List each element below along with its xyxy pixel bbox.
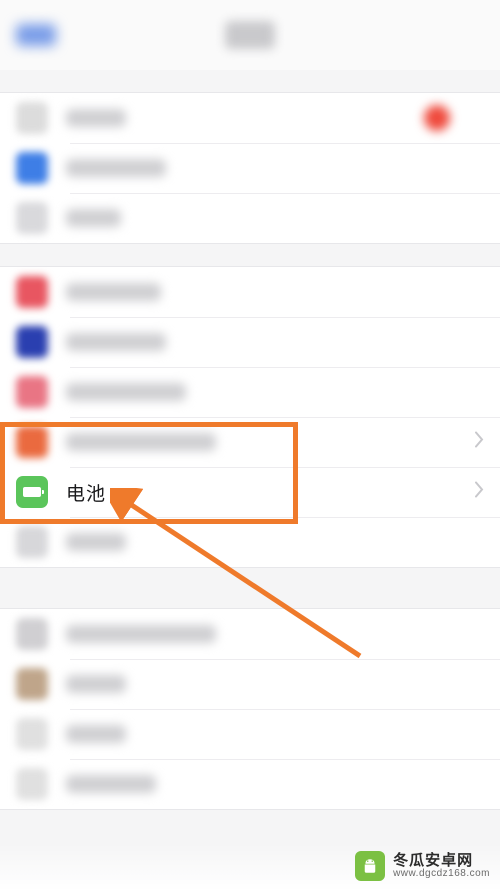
app-icon-blurred	[16, 718, 48, 750]
app-icon-blurred	[16, 152, 48, 184]
app-icon-blurred	[16, 326, 48, 358]
row-label-blurred	[66, 109, 126, 127]
battery-icon	[16, 476, 48, 508]
settings-row-blurred[interactable]	[0, 317, 500, 367]
page-title-blurred	[225, 21, 275, 49]
row-label-blurred	[66, 533, 126, 551]
settings-row-blurred[interactable]	[0, 417, 500, 467]
row-label-blurred	[66, 625, 216, 643]
notification-badge-blurred	[424, 105, 450, 131]
row-label-blurred	[66, 433, 216, 451]
back-button-blurred	[16, 24, 56, 46]
watermark-name: 冬瓜安卓网	[393, 853, 490, 869]
settings-row-blurred[interactable]	[0, 267, 500, 317]
watermark: 冬瓜安卓网 www.dgcdz168.com	[0, 843, 500, 889]
settings-row-blurred[interactable]	[0, 193, 500, 243]
row-label-blurred	[66, 159, 166, 177]
settings-list-block-2: 电池	[0, 266, 500, 568]
app-icon-blurred	[16, 376, 48, 408]
row-label-blurred	[66, 775, 156, 793]
chevron-right-icon	[475, 432, 484, 453]
settings-row-blurred[interactable]	[0, 143, 500, 193]
chevron-right-icon	[475, 482, 484, 503]
battery-row[interactable]: 电池	[0, 467, 500, 517]
app-icon-blurred	[16, 202, 48, 234]
settings-row-blurred[interactable]	[0, 367, 500, 417]
row-label-blurred	[66, 675, 126, 693]
row-label-blurred	[66, 725, 126, 743]
row-label-blurred	[66, 383, 186, 401]
settings-row-blurred[interactable]	[0, 759, 500, 809]
watermark-logo-icon	[355, 851, 385, 881]
app-icon-blurred	[16, 668, 48, 700]
app-icon-blurred	[16, 276, 48, 308]
settings-list-block-1	[0, 92, 500, 244]
settings-row-blurred[interactable]	[0, 609, 500, 659]
app-icon-blurred	[16, 618, 48, 650]
settings-row-blurred[interactable]	[0, 517, 500, 567]
row-label-blurred	[66, 333, 166, 351]
settings-list-block-3	[0, 608, 500, 810]
app-icon-blurred	[16, 102, 48, 134]
app-icon-blurred	[16, 426, 48, 458]
row-label-blurred	[66, 209, 121, 227]
settings-header	[0, 0, 500, 70]
battery-row-label: 电池	[66, 479, 106, 506]
row-label-blurred	[66, 283, 161, 301]
app-icon-blurred	[16, 768, 48, 800]
settings-row-blurred[interactable]	[0, 93, 500, 143]
watermark-url: www.dgcdz168.com	[393, 869, 490, 880]
settings-row-blurred[interactable]	[0, 709, 500, 759]
app-icon-blurred	[16, 526, 48, 558]
settings-row-blurred[interactable]	[0, 659, 500, 709]
